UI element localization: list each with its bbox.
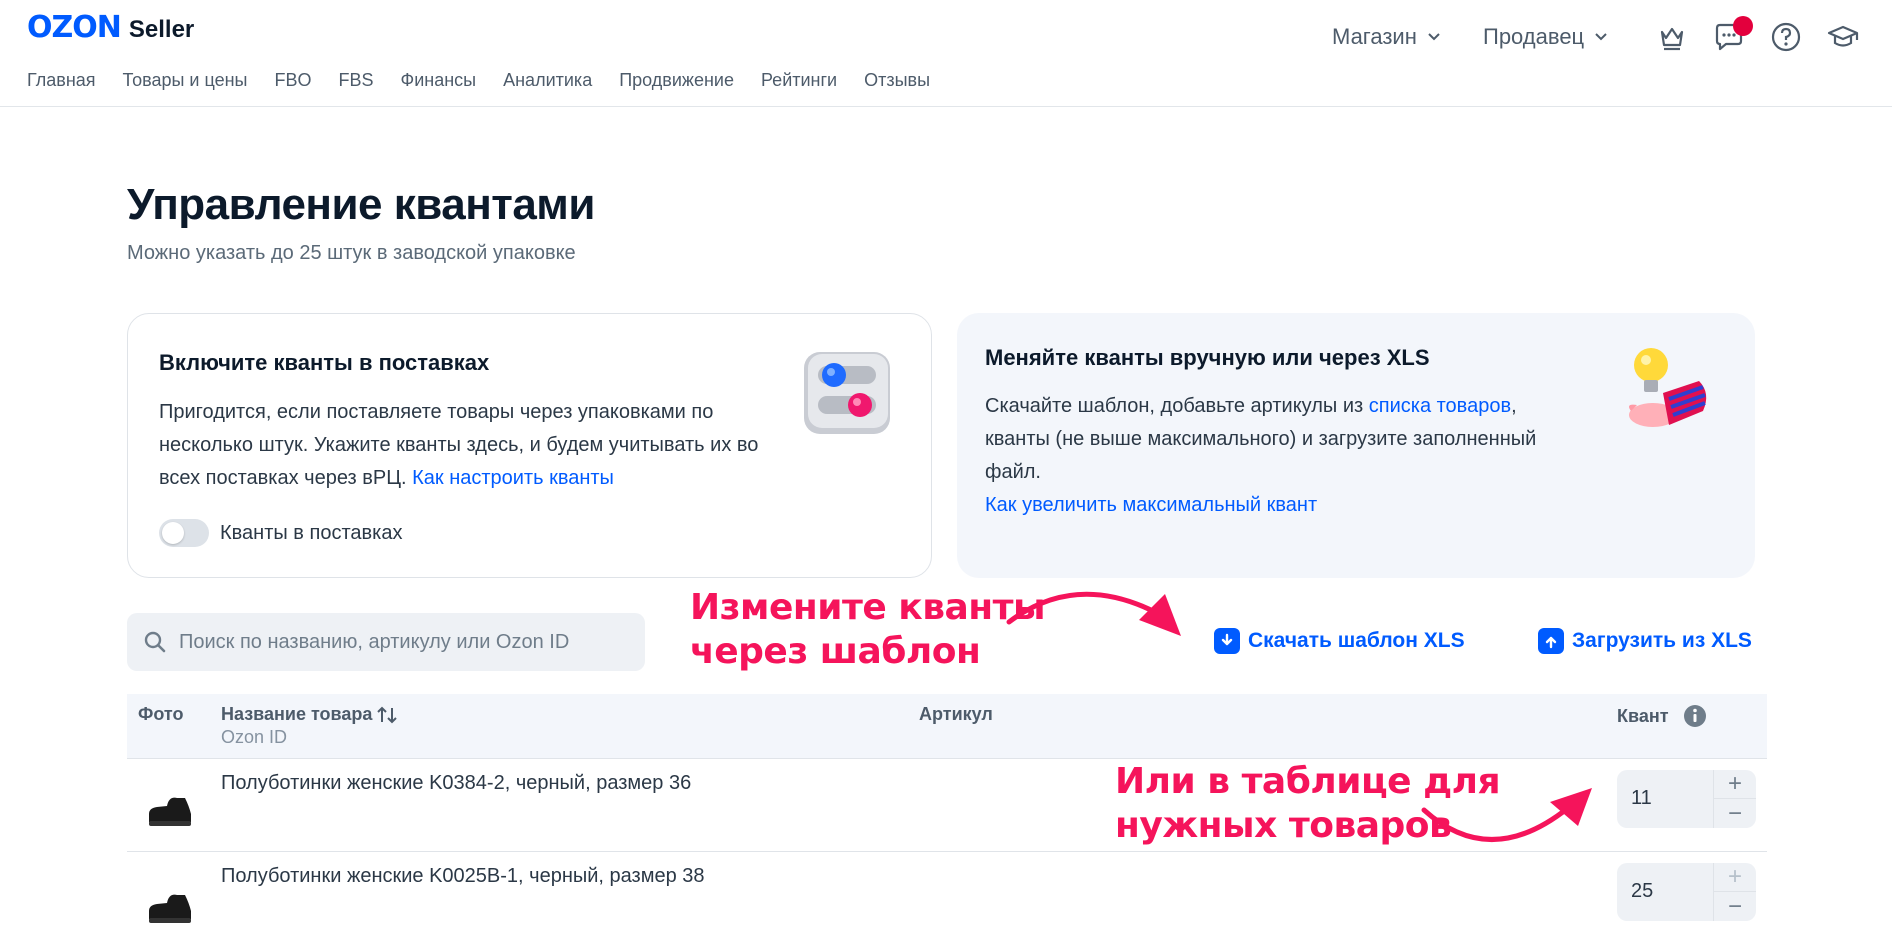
search-icon [144,631,166,653]
product-photo[interactable] [145,881,195,931]
upload-xls-label: Загрузить из XLS [1572,629,1752,652]
increment-button[interactable]: + [1714,770,1756,799]
nav-item-fbs[interactable]: FBS [339,70,374,91]
table-row: Полуботинки женские K0025B-1, черный, ра… [127,851,1767,942]
store-dropdown-label: Магазин [1332,24,1417,49]
notification-badge [1733,16,1753,36]
products-list-link[interactable]: списка товаров [1369,395,1511,417]
page-subtitle: Можно указать до 25 штук в заводской упа… [127,242,576,264]
annotation-template: Измените кванты через шаблон [690,586,1046,674]
seller-dropdown[interactable]: Продавец [1483,24,1610,50]
logo-brand: OZON [27,10,122,45]
card-title: Включите кванты в поставках [159,350,490,375]
quant-value[interactable]: 25 [1631,880,1653,903]
nav-item-promotion[interactable]: Продвижение [619,70,734,91]
decrement-button[interactable]: − [1714,892,1756,921]
upload-xls-button[interactable]: Загрузить из XLS [1538,628,1752,654]
quants-in-supplies-card: Включите кванты в поставках Пригодится, … [127,313,932,578]
ozon-seller-logo[interactable]: OZON Seller [27,10,194,45]
quants-toggle[interactable] [159,519,209,547]
graduation-cap-icon[interactable] [1826,20,1860,54]
nav-item-products[interactable]: Товары и цены [123,70,248,91]
nav-item-ratings[interactable]: Рейтинги [761,70,837,91]
xls-info-card: Меняйте кванты вручную или через XLS Ска… [957,313,1755,578]
chevron-down-icon [1428,33,1440,41]
annotation-line: через шаблон [690,631,981,672]
column-quant: Квант [1617,704,1707,728]
download-template-button[interactable]: Скачать шаблон XLS [1214,628,1465,654]
quantity-stepper[interactable]: 11 + − [1617,770,1756,828]
table-header: Фото Название товара Ozon ID Артикул Ква… [127,694,1767,759]
seller-dropdown-label: Продавец [1483,24,1585,49]
arrow-to-download [1006,591,1181,636]
card-text-before: Скачайте шаблон, добавьте артикулы из [985,395,1364,417]
column-photo: Фото [138,704,184,724]
nav-item-reviews[interactable]: Отзывы [864,70,930,91]
arrow-to-stepper [1421,788,1592,842]
lightbulb-hand-illustration [1629,348,1707,427]
increase-max-quant-link[interactable]: Как увеличить максимальный квант [985,494,1317,516]
nav-item-analytics[interactable]: Аналитика [503,70,592,91]
search-bar [127,613,645,671]
crown-icon[interactable] [1655,20,1689,54]
download-icon [1214,628,1240,654]
store-dropdown[interactable]: Магазин [1332,24,1443,50]
page-title: Управление квантами [127,180,595,229]
column-name-label: Название товара [221,704,373,724]
product-photo[interactable] [145,784,195,834]
help-icon[interactable] [1769,20,1803,54]
column-ozon-id: Ozon ID [221,727,288,747]
card-title: Меняйте кванты вручную или через XLS [985,345,1430,370]
column-quant-label: Квант [1617,705,1669,726]
card-description: Пригодится, если поставляете товары чере… [159,396,779,495]
sort-icon[interactable] [376,705,398,725]
upload-icon [1538,628,1564,654]
decrement-button[interactable]: − [1714,799,1756,828]
search-input[interactable] [177,629,645,655]
product-name[interactable]: Полуботинки женские K0384-2, черный, раз… [221,772,691,795]
annotation-line: Измените кванты [690,587,1046,628]
info-icon[interactable] [1683,704,1707,728]
toggle-switches-illustration [804,352,890,434]
toggle-label: Кванты в поставках [220,522,403,544]
card-description: Скачайте шаблон, добавьте артикулы из сп… [985,390,1545,522]
top-header: OZON Seller Главная Товары и цены FBO FB… [0,0,1892,107]
quant-value[interactable]: 11 [1631,787,1652,810]
download-template-label: Скачать шаблон XLS [1248,629,1465,652]
nav-item-fbo[interactable]: FBO [275,70,312,91]
column-article: Артикул [919,704,993,724]
logo-product: Seller [128,16,195,43]
how-to-configure-link[interactable]: Как настроить кванты [412,467,614,489]
chevron-down-icon [1595,33,1607,41]
nav-item-finance[interactable]: Финансы [401,70,477,91]
quantity-stepper[interactable]: 25 + − [1617,863,1756,921]
nav-item-main[interactable]: Главная [27,70,96,91]
column-name[interactable]: Название товара [221,704,398,725]
increment-button[interactable]: + [1714,863,1756,892]
main-nav: Главная Товары и цены FBO FBS Финансы Ан… [27,70,957,91]
product-name[interactable]: Полуботинки женские K0025B-1, черный, ра… [221,865,705,888]
